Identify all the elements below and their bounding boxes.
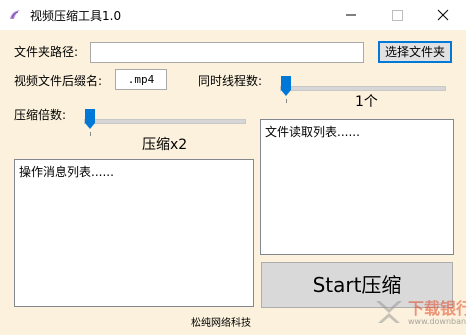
ratio-slider-tick xyxy=(90,132,91,136)
ratio-value: 压缩x2 xyxy=(142,137,188,153)
threads-value: 1个 xyxy=(355,94,378,110)
close-icon xyxy=(437,9,449,21)
threads-label: 同时线程数: xyxy=(198,74,263,88)
title-bar[interactable]: 视频压缩工具1.0 xyxy=(0,0,466,30)
folder-path-label: 文件夹路径: xyxy=(14,45,79,59)
watermark-url: www.downbank.cn xyxy=(408,317,466,326)
ratio-label: 压缩倍数: xyxy=(14,108,67,122)
threads-slider-track xyxy=(280,86,446,91)
company-footer: 松纯网络科技 xyxy=(191,318,251,329)
ratio-slider[interactable] xyxy=(84,108,246,138)
folder-path-value xyxy=(91,47,95,61)
watermark-brand: 下载银行 xyxy=(408,299,466,318)
minimize-icon xyxy=(346,14,356,16)
threads-slider-thumb[interactable] xyxy=(280,75,292,97)
file-list[interactable]: 文件读取列表...... xyxy=(260,119,454,255)
ratio-slider-track xyxy=(84,119,246,124)
folder-path-input[interactable] xyxy=(90,42,364,63)
watermark-logo-icon xyxy=(376,301,402,323)
file-list-header: 文件读取列表...... xyxy=(265,125,360,139)
watermark: 下载银行 www.downbank.cn xyxy=(374,291,466,335)
message-list-header: 操作消息列表...... xyxy=(19,165,114,179)
app-icon xyxy=(10,10,20,19)
choose-folder-button[interactable]: 选择文件夹 xyxy=(378,41,452,63)
maximize-icon xyxy=(392,10,403,21)
close-button[interactable] xyxy=(420,0,466,30)
threads-slider-tick xyxy=(286,99,287,103)
suffix-label: 视频文件后缀名: xyxy=(14,74,103,88)
suffix-input[interactable]: .mp4 xyxy=(115,69,167,90)
window-title: 视频压缩工具1.0 xyxy=(30,9,122,23)
message-list[interactable]: 操作消息列表...... xyxy=(14,159,254,307)
maximize-button[interactable] xyxy=(374,0,420,30)
ratio-slider-thumb[interactable] xyxy=(84,108,96,130)
minimize-button[interactable] xyxy=(328,0,374,30)
